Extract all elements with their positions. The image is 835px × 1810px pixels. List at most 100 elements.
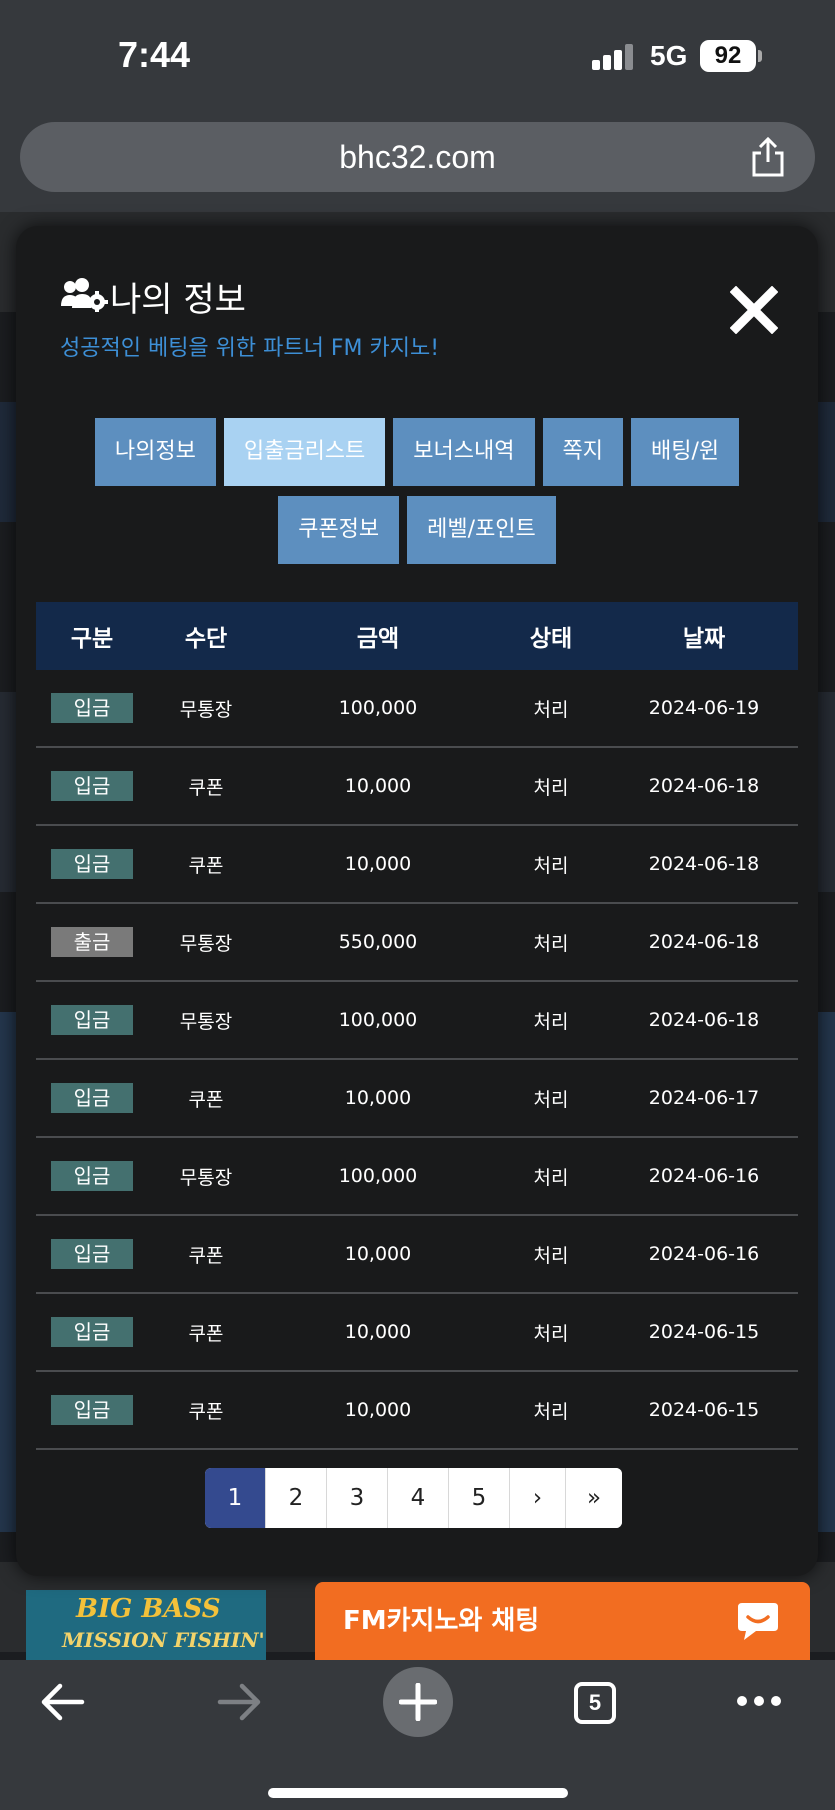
plus-icon xyxy=(399,1683,437,1721)
type-badge: 입금 xyxy=(51,693,133,723)
forward-arrow-icon[interactable] xyxy=(216,1680,264,1724)
table-row: 입금 쿠폰 10,000 처리 2024-06-16 xyxy=(36,1216,798,1294)
tab-transactions[interactable]: 입출금리스트 xyxy=(223,418,386,486)
table-row: 입금 무통장 100,000 처리 2024-06-18 xyxy=(36,982,798,1060)
header-method: 수단 xyxy=(184,626,228,652)
type-cell: 입금 xyxy=(36,693,148,723)
type-badge: 입금 xyxy=(51,1395,133,1425)
header-amount: 금액 xyxy=(356,626,400,652)
tabs-row-2: 쿠폰정보 레벨/포인트 xyxy=(16,496,818,564)
method-cell: 쿠폰 xyxy=(188,1400,224,1423)
chat-bubble-icon xyxy=(738,1603,778,1640)
table-row: 입금 무통장 100,000 처리 2024-06-19 xyxy=(36,670,798,748)
method-cell: 쿠폰 xyxy=(188,1088,224,1111)
pagination: 1 2 3 4 5 › » xyxy=(205,1468,622,1528)
page-1-button[interactable]: 1 xyxy=(205,1468,266,1528)
date-cell: 2024-06-17 xyxy=(648,1087,760,1109)
status-cell: 처리 xyxy=(533,1010,569,1033)
method-cell: 쿠폰 xyxy=(188,1322,224,1345)
status-bar: 7:44 5G 92 xyxy=(0,0,835,112)
type-badge: 입금 xyxy=(51,1317,133,1347)
method-cell: 무통장 xyxy=(179,1166,233,1189)
date-cell: 2024-06-18 xyxy=(648,931,760,953)
amount-cell: 10,000 xyxy=(344,1243,412,1265)
next-page-button[interactable]: › xyxy=(510,1468,566,1528)
date-cell: 2024-06-16 xyxy=(648,1243,760,1265)
method-cell: 무통장 xyxy=(179,698,233,721)
amount-cell: 10,000 xyxy=(344,775,412,797)
new-tab-button[interactable] xyxy=(383,1667,453,1737)
chat-widget[interactable]: FM카지노와 채팅 xyxy=(315,1582,810,1660)
browser-address-area: bhc32.com xyxy=(0,112,835,212)
status-cell: 처리 xyxy=(533,1322,569,1345)
network-type: 5G xyxy=(650,40,688,71)
modal-subtitle: 성공적인 베팅을 위한 파트너 FM 카지노! xyxy=(60,336,440,361)
status-cell: 처리 xyxy=(533,1166,569,1189)
page-3-button[interactable]: 3 xyxy=(327,1468,388,1528)
type-badge: 입금 xyxy=(51,1083,133,1113)
header-status: 상태 xyxy=(529,626,573,652)
status-cell: 처리 xyxy=(533,698,569,721)
game-banner[interactable]: BIG BASS MISSION FISHIN' xyxy=(26,1590,266,1660)
browser-toolbar: 5 xyxy=(0,1660,835,1810)
date-cell: 2024-06-18 xyxy=(648,775,760,797)
table-row: 입금 쿠폰 10,000 처리 2024-06-18 xyxy=(36,826,798,904)
tabs-row-1: 나의정보 입출금리스트 보너스내역 쪽지 배팅/윈 xyxy=(16,418,818,486)
method-cell: 쿠폰 xyxy=(188,776,224,799)
tab-level-points[interactable]: 레벨/포인트 xyxy=(407,496,556,564)
amount-cell: 100,000 xyxy=(338,697,418,719)
table-row: 입금 무통장 100,000 처리 2024-06-16 xyxy=(36,1138,798,1216)
method-cell: 무통장 xyxy=(179,932,233,955)
amount-cell: 10,000 xyxy=(344,853,412,875)
page-2-button[interactable]: 2 xyxy=(266,1468,327,1528)
type-cell: 입금 xyxy=(36,1239,148,1269)
address-bar[interactable]: bhc32.com xyxy=(20,122,815,192)
share-icon[interactable] xyxy=(749,136,787,178)
transactions-table: 구분 수단 금액 상태 날짜 입금 무통장 100,000 처리 2024-06-19 입… xyxy=(36,602,798,1450)
type-cell: 입금 xyxy=(36,1083,148,1113)
battery-icon: 92 xyxy=(700,40,756,72)
type-cell: 입금 xyxy=(36,1317,148,1347)
type-cell: 입금 xyxy=(36,771,148,801)
date-cell: 2024-06-16 xyxy=(648,1165,760,1187)
table-body: 입금 무통장 100,000 처리 2024-06-19 입금 쿠폰 10,000 처리 2024… xyxy=(36,670,798,1450)
method-cell: 쿠폰 xyxy=(188,1244,224,1267)
status-cell: 처리 xyxy=(533,776,569,799)
back-arrow-icon[interactable] xyxy=(38,1680,86,1724)
tab-betting-win[interactable]: 배팅/윈 xyxy=(630,418,740,486)
type-badge: 입금 xyxy=(51,771,133,801)
home-indicator[interactable] xyxy=(268,1788,568,1798)
amount-cell: 100,000 xyxy=(338,1165,418,1187)
close-icon[interactable] xyxy=(730,286,778,334)
tab-bonus-history[interactable]: 보너스내역 xyxy=(393,418,535,486)
status-time: 7:44 xyxy=(118,34,191,75)
banner-subtitle: MISSION FISHIN' xyxy=(62,1628,265,1652)
more-icon[interactable] xyxy=(736,1694,782,1708)
tab-my-info[interactable]: 나의정보 xyxy=(94,418,216,486)
amount-cell: 550,000 xyxy=(338,931,418,953)
tab-coupon-info[interactable]: 쿠폰정보 xyxy=(278,496,400,564)
table-header: 구분 수단 금액 상태 날짜 xyxy=(36,602,798,670)
type-cell: 출금 xyxy=(36,927,148,957)
header-type: 구분 xyxy=(70,626,114,652)
last-page-button[interactable]: » xyxy=(566,1468,622,1528)
type-cell: 입금 xyxy=(36,1161,148,1191)
table-row: 입금 쿠폰 10,000 처리 2024-06-15 xyxy=(36,1294,798,1372)
amount-cell: 10,000 xyxy=(344,1321,412,1343)
page-4-button[interactable]: 4 xyxy=(388,1468,449,1528)
table-row: 입금 쿠폰 10,000 처리 2024-06-15 xyxy=(36,1372,798,1450)
tab-messages[interactable]: 쪽지 xyxy=(542,418,623,486)
url-text[interactable]: bhc32.com xyxy=(20,122,815,192)
type-cell: 입금 xyxy=(36,1005,148,1035)
date-cell: 2024-06-19 xyxy=(648,697,760,719)
tabs-button[interactable]: 5 xyxy=(574,1682,616,1724)
users-cog-icon xyxy=(61,278,108,312)
battery-nub xyxy=(758,50,762,62)
type-cell: 입금 xyxy=(36,1395,148,1425)
date-cell: 2024-06-15 xyxy=(648,1321,760,1343)
signal-icon xyxy=(592,44,634,70)
page-5-button[interactable]: 5 xyxy=(449,1468,510,1528)
type-badge: 입금 xyxy=(51,1239,133,1269)
amount-cell: 10,000 xyxy=(344,1399,412,1421)
date-cell: 2024-06-18 xyxy=(648,1009,760,1031)
